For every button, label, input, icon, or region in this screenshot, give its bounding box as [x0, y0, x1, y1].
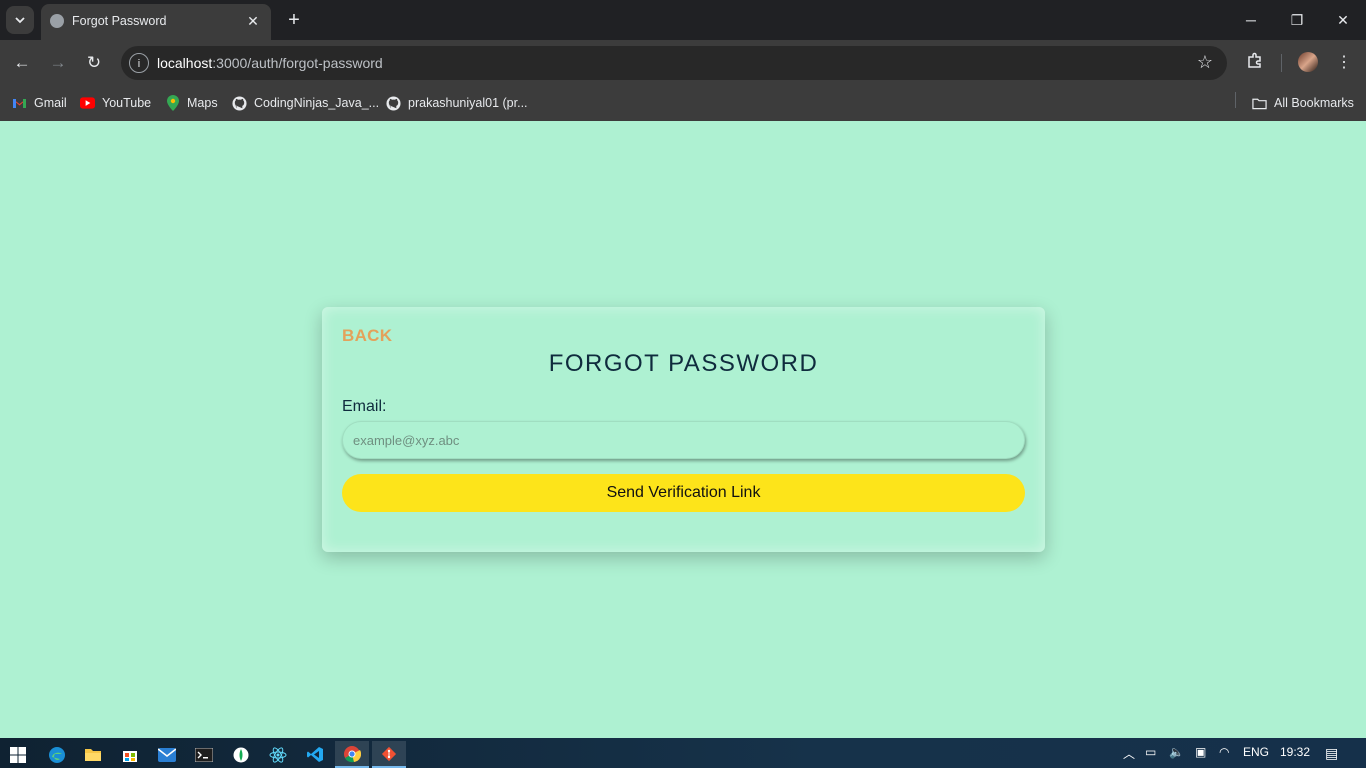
battery-icon[interactable]: ▭	[1145, 745, 1156, 759]
tab-strip: Forgot Password ✕ + ─ ❐ ✕	[0, 0, 1366, 40]
edge-icon[interactable]	[40, 741, 74, 768]
bookmark-prakashuniyal[interactable]: prakashuniyal01 (pr...	[386, 93, 528, 113]
all-bookmarks-label: All Bookmarks	[1274, 96, 1354, 110]
taskbar: ︿ ▭ 🔈 ▣ ◠ ENG 19:32 ▤	[0, 738, 1366, 768]
windows-start-icon[interactable]	[1, 741, 35, 768]
chevron-down-icon	[15, 17, 25, 24]
language-indicator[interactable]: ENG	[1243, 745, 1269, 759]
toolbar-divider	[1281, 54, 1282, 72]
wifi-icon[interactable]: ◠	[1219, 745, 1229, 759]
tab-title: Forgot Password	[72, 14, 167, 28]
site-info-icon[interactable]: i	[129, 53, 149, 73]
address-bar[interactable]: i localhost:3000/auth/forgot-password ☆	[121, 46, 1227, 80]
bookmark-youtube[interactable]: YouTube	[80, 93, 151, 113]
bookmark-label: Gmail	[34, 96, 67, 110]
gmail-icon	[12, 96, 27, 111]
all-bookmarks-button[interactable]: All Bookmarks	[1252, 93, 1354, 113]
url-text[interactable]: localhost:3000/auth/forgot-password	[157, 55, 383, 71]
bookmark-label: prakashuniyal01 (pr...	[408, 96, 528, 110]
chevron-up-icon[interactable]: ︿	[1123, 745, 1135, 762]
bookmark-codingninjas[interactable]: CodingNinjas_Java_...	[232, 93, 379, 113]
bookmarks-bar: Gmail YouTube Maps CodingNinjas_Java_...…	[0, 86, 1366, 121]
folder-icon	[1252, 96, 1267, 111]
forward-arrow-icon[interactable]: →	[46, 51, 70, 75]
bookmark-star-icon[interactable]: ☆	[1197, 52, 1213, 73]
tab-forgot-password[interactable]: Forgot Password ✕	[41, 4, 271, 40]
git-icon[interactable]	[372, 741, 406, 768]
github-icon	[386, 95, 401, 111]
bookmark-label: Maps	[187, 96, 218, 110]
back-arrow-icon[interactable]: ←	[10, 51, 34, 75]
page-title: FORGOT PASSWORD	[548, 350, 819, 377]
send-verification-link-button[interactable]: Send Verification Link	[342, 474, 1025, 512]
new-tab-button[interactable]: +	[282, 8, 306, 32]
tab-search-button[interactable]	[6, 6, 34, 34]
mail-icon[interactable]	[150, 741, 184, 768]
bookmark-gmail[interactable]: Gmail	[12, 93, 67, 113]
volume-icon[interactable]: 🔈	[1169, 745, 1184, 759]
reload-icon[interactable]: ↻	[82, 51, 106, 75]
github-icon	[232, 95, 247, 111]
browser-toolbar: ← → ↻ i localhost:3000/auth/forgot-passw…	[0, 40, 1366, 86]
close-window-button[interactable]: ✕	[1320, 4, 1366, 36]
youtube-icon	[80, 96, 95, 111]
restore-button[interactable]: ❐	[1274, 4, 1320, 36]
back-link[interactable]: BACK	[342, 326, 392, 346]
more-menu-icon[interactable]: ⋮	[1332, 51, 1356, 75]
extensions-icon[interactable]	[1243, 51, 1267, 75]
bookmark-maps[interactable]: Maps	[165, 93, 218, 113]
terminal-icon[interactable]	[187, 741, 221, 768]
bookmark-label: CodingNinjas_Java_...	[254, 96, 380, 110]
chrome-icon[interactable]	[335, 741, 369, 768]
bookmarks-divider	[1235, 92, 1236, 108]
minimize-button[interactable]: ─	[1228, 4, 1274, 36]
globe-icon	[50, 14, 64, 28]
maps-icon	[165, 95, 180, 111]
forgot-password-card: BACK FORGOT PASSWORD Email: Send Verific…	[322, 307, 1045, 552]
profile-avatar[interactable]	[1298, 52, 1318, 72]
email-label: Email:	[342, 398, 387, 415]
display-icon[interactable]: ▣	[1195, 745, 1206, 759]
react-icon[interactable]	[261, 741, 295, 768]
file-explorer-icon[interactable]	[76, 741, 110, 768]
store-icon[interactable]	[113, 741, 147, 768]
close-icon[interactable]: ✕	[243, 11, 263, 31]
email-field[interactable]	[342, 421, 1025, 459]
vscode-icon[interactable]	[298, 741, 332, 768]
bookmark-label: YouTube	[102, 96, 152, 110]
mongodb-compass-icon[interactable]	[224, 741, 258, 768]
clock[interactable]: 19:32	[1280, 745, 1310, 759]
notifications-icon[interactable]: ▤	[1325, 745, 1338, 762]
